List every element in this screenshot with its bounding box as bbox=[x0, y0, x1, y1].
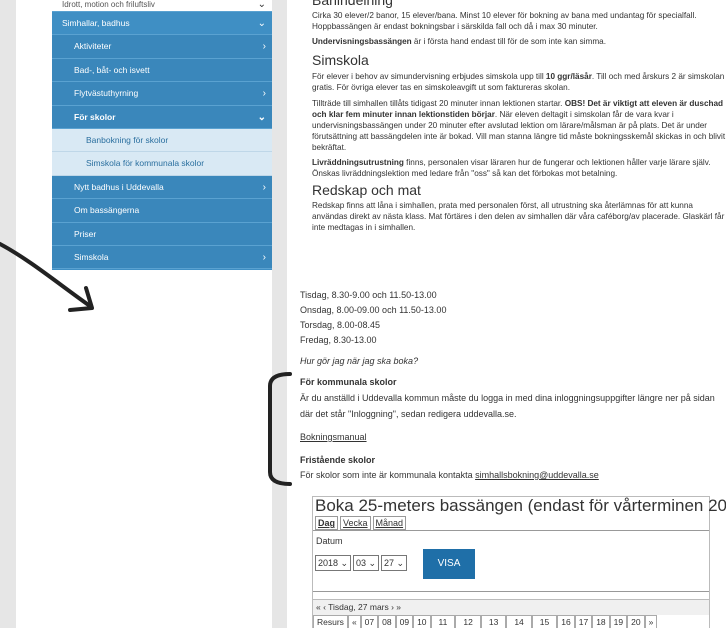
hour-cell: 11 bbox=[430, 615, 456, 628]
paragraph-undervisning: Undervisningsbassängen är i första hand … bbox=[312, 36, 726, 47]
bokningsmanual-link[interactable]: Bokningsmanual bbox=[300, 432, 367, 442]
resurs-header: Resurs bbox=[313, 615, 348, 628]
hour-cell: 20 bbox=[627, 615, 645, 628]
chevron-right-icon: › bbox=[262, 41, 266, 53]
booking-widget: Boka 25-meters bassängen (endast för vår… bbox=[312, 496, 726, 628]
sidebar-nav: Idrott, motion och friluftsliv ⌄ Simhalla… bbox=[52, 0, 272, 270]
booking-title: Boka 25-meters bassängen (endast för vår… bbox=[315, 496, 726, 515]
sidebar-item-label: Om bassängerna bbox=[74, 205, 140, 216]
chevron-right-icon: › bbox=[262, 181, 266, 193]
chevron-down-icon: ⌄ bbox=[368, 558, 377, 568]
hour-cell: 16 bbox=[557, 615, 575, 628]
paragraph-banindelning: Cirka 30 elever/2 banor, 15 elever/bana.… bbox=[312, 11, 697, 31]
sidebar-item-label: Simhallar, badhus bbox=[62, 18, 130, 28]
sidebar-item-label: Simskola för kommunala skolor bbox=[86, 158, 205, 169]
paragraph-tilltrade: Tillträde till simhallen tillåts tidigas… bbox=[312, 98, 726, 153]
chevron-down-icon: ⌄ bbox=[340, 558, 349, 568]
sidebar-item-simhallar[interactable]: Simhallar, badhus ⌄ bbox=[52, 12, 272, 36]
hour-cell: 18 bbox=[592, 615, 610, 628]
fristaende-text: För skolor som inte är kommunala kontakt… bbox=[300, 468, 720, 483]
sidebar-item-for-skolor[interactable]: För skolor ⌄ bbox=[52, 105, 272, 129]
bold-text: 10 ggr/läsår bbox=[545, 72, 592, 81]
text: För skolor som inte är kommunala kontakt… bbox=[300, 470, 476, 480]
hour-cell: 10 bbox=[413, 615, 431, 628]
sidebar-item-label: För skolor bbox=[74, 111, 116, 122]
sidebar-item-simskola-kommunala[interactable]: Simskola för kommunala skolor bbox=[52, 152, 272, 176]
time-item: Tisdag, 8.30-9.00 och 11.50-13.00 bbox=[300, 290, 437, 300]
chevron-down-icon: ⌄ bbox=[257, 18, 266, 29]
subheading-fristaende: Fristående skolor bbox=[300, 455, 376, 465]
prev-hours-button[interactable]: « bbox=[347, 615, 361, 628]
datum-label: Datum bbox=[316, 536, 343, 546]
text: är i första hand endast till för de som … bbox=[411, 37, 606, 46]
time-item: Fredag, 8.30-13.00 bbox=[300, 335, 377, 345]
sidebar-divider bbox=[272, 0, 287, 628]
visa-button[interactable]: VISA bbox=[423, 549, 475, 579]
sidebar-item-flytvast[interactable]: Flytvästuthyrning › bbox=[52, 82, 272, 106]
chevron-down-icon: ⌄ bbox=[257, 0, 266, 10]
hour-header-row: Resurs « 07 08 09 10 11 12 13 14 15 16 1… bbox=[313, 615, 709, 628]
hour-cell: 13 bbox=[480, 615, 507, 628]
bold-text: Livräddningsutrustning bbox=[312, 158, 404, 167]
sidebar-item-label: Idrott, motion och friluftsliv bbox=[62, 0, 155, 9]
paragraph-simskola: För elever i behov av simundervisning er… bbox=[312, 71, 726, 93]
kommunala-text: Är du anställd i Uddevalla kommun måste … bbox=[300, 393, 715, 419]
hour-cell: 12 bbox=[455, 615, 481, 628]
year-select[interactable]: 2018 ⌄ bbox=[315, 555, 351, 571]
section-heading-simskola: Simskola bbox=[312, 52, 369, 68]
sidebar-item-banbokning[interactable]: Banbokning för skolor bbox=[52, 128, 272, 153]
chevron-down-icon: ⌄ bbox=[396, 558, 405, 568]
next-hours-button[interactable]: » bbox=[644, 615, 658, 628]
chevron-right-icon: › bbox=[262, 88, 266, 100]
sidebar-item-om-bassangerna[interactable]: Om bassängerna bbox=[52, 199, 272, 223]
day-select[interactable]: 27 ⌄ bbox=[381, 555, 407, 571]
main-content: Banindelning Cirka 30 elever/2 banor, 15… bbox=[300, 0, 726, 480]
hour-cell: 19 bbox=[609, 615, 628, 628]
hour-cell: 17 bbox=[574, 615, 593, 628]
sidebar-item-label: Priser bbox=[74, 228, 97, 239]
sidebar-item-nytt-badhus[interactable]: Nytt badhus i Uddevalla › bbox=[52, 175, 272, 200]
view-tabs: Dag Vecka Månad bbox=[313, 516, 709, 530]
paragraph-livraddning: Livräddningsutrustning finns, personalen… bbox=[312, 157, 726, 179]
times-list: Tisdag, 8.30-9.00 och 11.50-13.00 Onsdag… bbox=[300, 288, 720, 483]
hour-cell: 14 bbox=[506, 615, 532, 628]
month-value: 03 bbox=[356, 558, 367, 568]
time-item: Onsdag, 8.00-09.00 och 11.50-13.00 bbox=[300, 305, 447, 315]
day-value: 27 bbox=[384, 558, 395, 568]
hour-cell: 09 bbox=[395, 615, 414, 628]
time-item: Torsdag, 8.00-08.45 bbox=[300, 320, 381, 330]
month-select[interactable]: 03 ⌄ bbox=[353, 555, 379, 571]
day-navigation-bar[interactable]: « ‹ Tisdag, 27 mars › » bbox=[313, 599, 709, 615]
question-text: Hur gör jag när jag ska boka? bbox=[300, 356, 419, 366]
sidebar-item-label: Nytt badhus i Uddevalla bbox=[74, 181, 164, 192]
date-picker: Datum 2018 ⌄ 03 ⌄ 27 ⌄ VISA bbox=[313, 530, 709, 592]
tab-dag[interactable]: Dag bbox=[315, 516, 339, 530]
sidebar-item-label: Bad-, båt- och isvett bbox=[74, 64, 150, 75]
chevron-down-icon: ⌄ bbox=[257, 111, 266, 123]
text: Tillträde till simhallen tillåts tidigas… bbox=[312, 99, 565, 108]
sidebar-item-label: Aktiviteter bbox=[74, 41, 112, 52]
subheading-kommunala: För kommunala skolor bbox=[300, 377, 397, 387]
bracket-annotation bbox=[268, 372, 292, 486]
text: För elever i behov av simundervisning er… bbox=[312, 72, 546, 81]
section-heading-banindelning: Banindelning bbox=[312, 0, 393, 8]
email-link[interactable]: simhallsbokning@uddevalla.se bbox=[475, 470, 599, 480]
hour-cell: 08 bbox=[378, 615, 396, 628]
arrow-annotation bbox=[0, 242, 94, 312]
paragraph-redskap: Redskap finns att låna i simhallen, prat… bbox=[312, 201, 725, 232]
sidebar-item-idrott[interactable]: Idrott, motion och friluftsliv ⌄ bbox=[52, 0, 272, 12]
sidebar-item-label: Flytvästuthyrning bbox=[74, 88, 139, 99]
sidebar-item-badvett[interactable]: Bad-, båt- och isvett bbox=[52, 58, 272, 83]
section-heading-redskap: Redskap och mat bbox=[312, 182, 421, 198]
tab-vecka[interactable]: Vecka bbox=[340, 516, 371, 530]
tab-manad[interactable]: Månad bbox=[372, 516, 407, 530]
year-value: 2018 bbox=[318, 558, 339, 568]
sidebar-item-label: Banbokning för skolor bbox=[86, 134, 169, 145]
chevron-right-icon: › bbox=[262, 251, 266, 263]
bold-text: Undervisningsbassängen bbox=[312, 37, 412, 46]
hour-cell: 07 bbox=[360, 615, 379, 628]
sidebar-item-aktiviteter[interactable]: Aktiviteter › bbox=[52, 35, 272, 59]
hour-cell: 15 bbox=[531, 615, 558, 628]
